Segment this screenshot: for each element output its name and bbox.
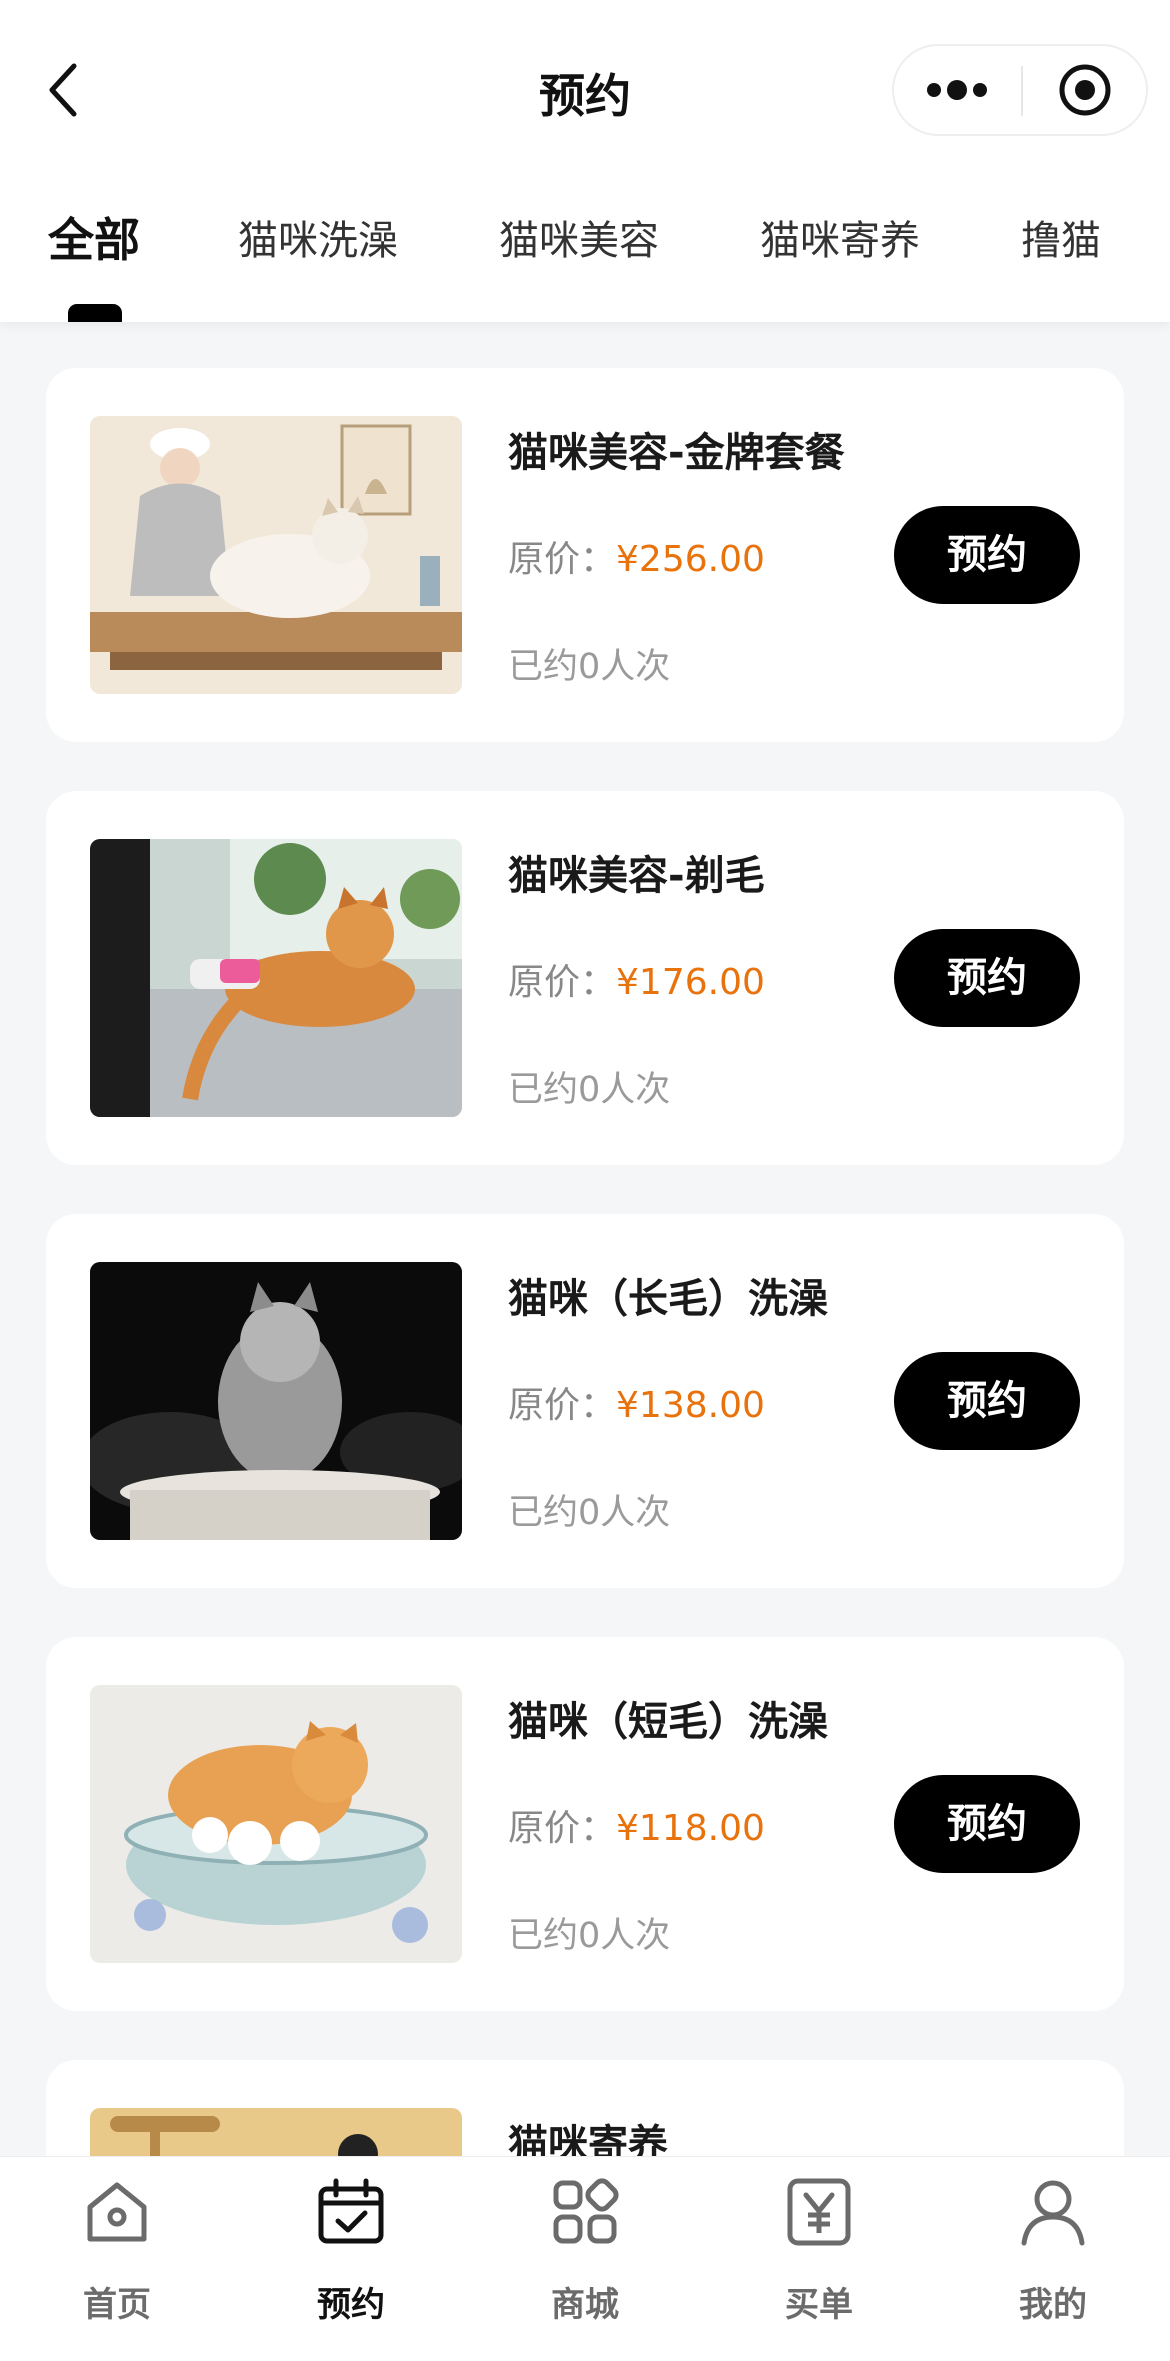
price-row: 原价：¥176.00 <box>508 953 765 1005</box>
price-row: 原价：¥256.00 <box>508 530 765 582</box>
header: 预约 全部 猫咪洗澡 猫咪美容 猫咪寄养 撸猫 <box>0 0 1170 322</box>
price-label: 原价： <box>508 1385 617 1426</box>
service-card: 猫咪（长毛）洗澡 原价：¥138.00 已约0人次 预约 <box>46 1214 1124 1588</box>
tab-cat-boarding[interactable]: 猫咪寄养 <box>760 208 920 266</box>
target-circle-icon <box>1059 64 1111 116</box>
nav-bill-label: 买单 <box>785 2285 853 2325</box>
shorthair-cat-bath-illustration <box>90 1685 462 1963</box>
service-card: 猫咪美容-剃毛 原价：¥176.00 已约0人次 预约 <box>46 791 1124 1165</box>
service-image <box>90 1685 462 1963</box>
price-row: 原价：¥118.00 <box>508 1799 765 1851</box>
service-card: 猫咪美容-金牌套餐 原价：¥256.00 已约0人次 预约 <box>46 368 1124 742</box>
nav-mall[interactable]: 商城 <box>495 2177 675 2337</box>
service-title: 猫咪美容-剃毛 <box>508 853 765 899</box>
calendar-check-icon <box>318 2178 384 2244</box>
service-title: 猫咪美容-金牌套餐 <box>508 430 845 476</box>
nav-profile-label: 我的 <box>1019 2285 1087 2325</box>
service-title: 猫咪（长毛）洗澡 <box>508 1276 828 1322</box>
service-image <box>90 1262 462 1540</box>
book-button[interactable]: 预约 <box>894 1352 1080 1450</box>
user-icon <box>1021 2180 1085 2246</box>
nav-bill[interactable]: 买单 <box>729 2177 909 2337</box>
nav-mall-label: 商城 <box>551 2285 619 2325</box>
cat-shaving-photo <box>90 839 462 1117</box>
apps-grid-icon <box>553 2178 619 2244</box>
booked-count: 已约0人次 <box>508 1916 671 1956</box>
cat-grooming-illustration <box>90 416 462 694</box>
home-icon <box>87 2182 147 2242</box>
price-value: ¥118.00 <box>616 1808 765 1849</box>
price-value: ¥176.00 <box>616 962 765 1003</box>
price-value: ¥256.00 <box>616 539 765 580</box>
service-image <box>90 839 462 1117</box>
tab-pet-cat[interactable]: 撸猫 <box>1021 208 1101 266</box>
booked-count: 已约0人次 <box>508 1493 671 1533</box>
price-row: 原价：¥138.00 <box>508 1376 765 1428</box>
service-image <box>90 416 462 694</box>
close-mini-program-button[interactable] <box>1023 46 1148 134</box>
tab-cat-grooming[interactable]: 猫咪美容 <box>499 208 659 266</box>
nav-home[interactable]: 首页 <box>27 2177 207 2337</box>
category-tabs: 全部 猫咪洗澡 猫咪美容 猫咪寄养 撸猫 <box>0 200 1170 322</box>
nav-booking-label: 预约 <box>317 2285 385 2325</box>
mini-program-capsule <box>892 44 1148 136</box>
active-tab-indicator <box>68 304 122 322</box>
price-label: 原价： <box>508 539 617 580</box>
book-button[interactable]: 预约 <box>894 506 1080 604</box>
nav-booking[interactable]: 预约 <box>261 2177 441 2337</box>
booked-count: 已约0人次 <box>508 1070 671 1110</box>
more-dots-icon <box>927 80 987 100</box>
book-button[interactable]: 预约 <box>894 929 1080 1027</box>
service-card: 猫咪（短毛）洗澡 原价：¥118.00 已约0人次 预约 <box>46 1637 1124 2011</box>
more-button[interactable] <box>894 46 1021 134</box>
nav-profile[interactable]: 我的 <box>963 2177 1143 2337</box>
price-label: 原价： <box>508 962 617 1003</box>
price-label: 原价： <box>508 1808 617 1849</box>
service-title: 猫咪（短毛）洗澡 <box>508 1699 828 1745</box>
tab-all[interactable]: 全部 <box>48 204 140 270</box>
yen-bill-icon <box>787 2178 851 2246</box>
longhair-cat-bath-photo <box>90 1262 462 1540</box>
tab-cat-bath[interactable]: 猫咪洗澡 <box>238 208 398 266</box>
nav-home-label: 首页 <box>83 2285 151 2325</box>
book-button[interactable]: 预约 <box>894 1775 1080 1873</box>
booked-count: 已约0人次 <box>508 647 671 687</box>
bottom-tab-bar: 首页 预约 商城 买单 我的 <box>0 2156 1170 2361</box>
booking-page: 预约 全部 猫咪洗澡 猫咪美容 猫咪寄养 撸猫 猫咪美容-金牌套餐 原价：¥25… <box>0 0 1170 2361</box>
nav-bar: 预约 <box>0 30 1170 150</box>
price-value: ¥138.00 <box>616 1385 765 1426</box>
